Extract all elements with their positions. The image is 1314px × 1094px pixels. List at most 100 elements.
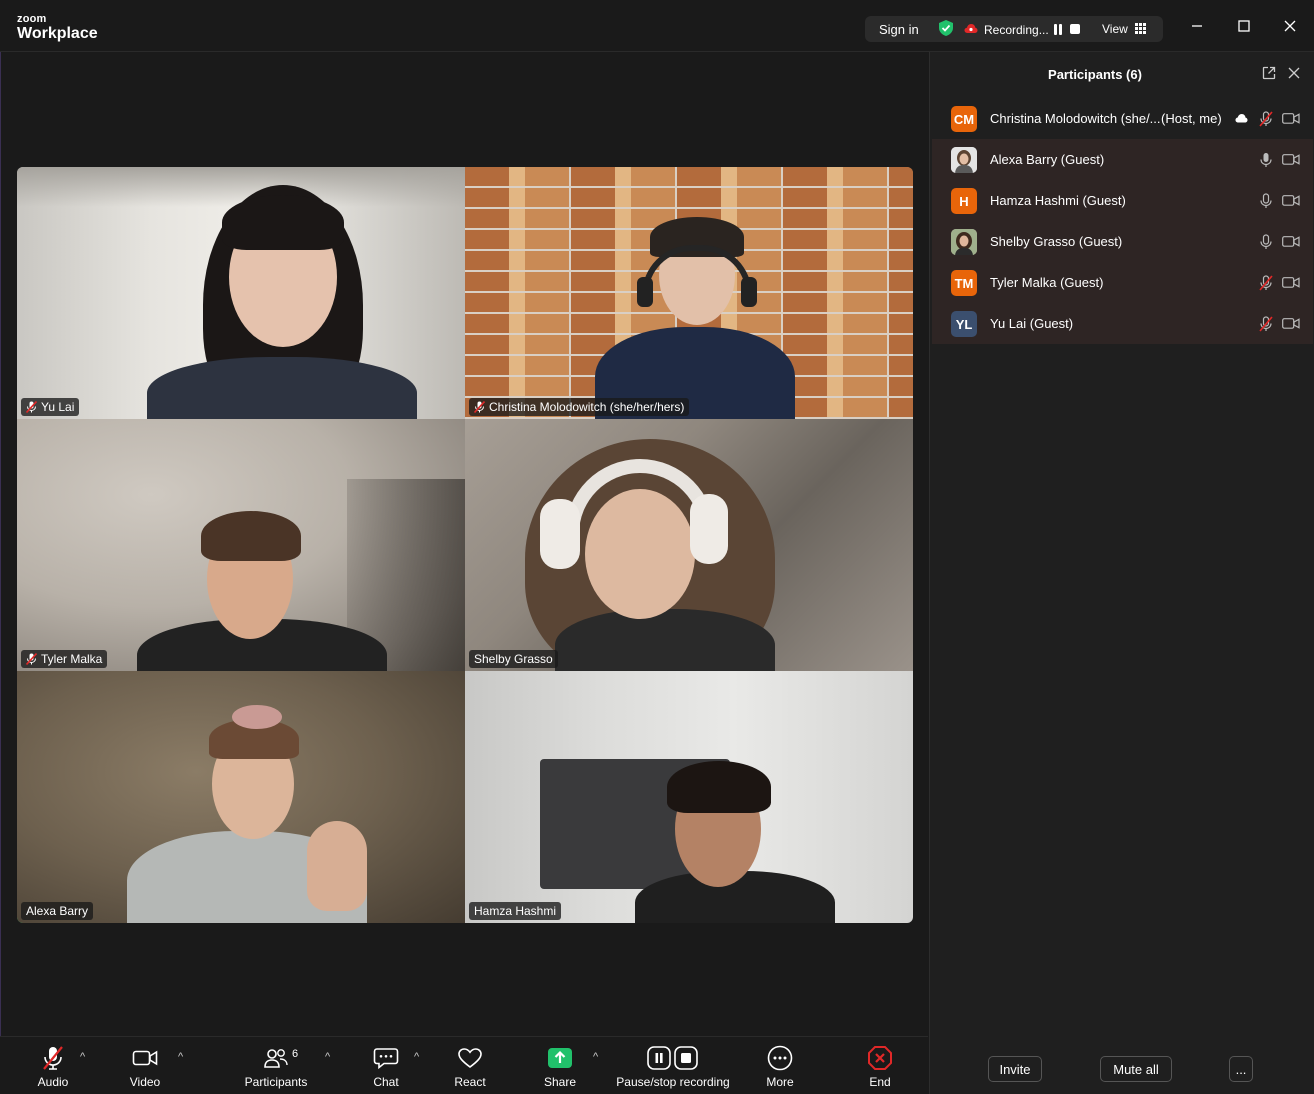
end-meeting-button[interactable]: End: [835, 1045, 925, 1089]
avatar: CM: [951, 106, 977, 132]
tile-name: Shelby Grasso: [474, 652, 553, 666]
share-label: Share: [543, 1075, 577, 1089]
participant-row[interactable]: H Hamza Hashmi (Guest): [932, 180, 1313, 221]
avatar: H: [951, 188, 977, 214]
participant-name: Tyler Malka (Guest): [990, 275, 1104, 290]
encryption-shield-icon[interactable]: [937, 19, 955, 37]
end-call-icon: [868, 1046, 892, 1070]
participants-button[interactable]: Participants: [231, 1045, 321, 1089]
tile-name: Yu Lai: [41, 400, 75, 414]
video-camera-icon[interactable]: [1282, 276, 1300, 289]
participant-row[interactable]: TM Tyler Malka (Guest): [932, 262, 1313, 303]
video-tile-christina-molodowitch[interactable]: Christina Molodowitch (she/her/hers): [465, 167, 913, 419]
audio-options-chevron-icon[interactable]: ^: [80, 1051, 85, 1063]
muted-mic-icon[interactable]: [1259, 111, 1273, 127]
audio-label: Audio: [37, 1075, 69, 1089]
cloud-recording-icon: [964, 24, 978, 33]
title-bar: zoom Workplace Sign in Recording... View: [0, 0, 1314, 52]
minimize-icon[interactable]: [1189, 18, 1205, 34]
muted-mic-icon[interactable]: [1259, 316, 1273, 332]
avatar-photo: [951, 147, 977, 173]
participant-row[interactable]: CM Christina Molodowitch (she/... (Host,…: [932, 98, 1313, 139]
participant-name: Christina Molodowitch (she/...: [990, 111, 1161, 126]
avatar: [951, 147, 977, 173]
stop-recording-icon[interactable]: [1070, 24, 1080, 34]
close-window-icon[interactable]: [1282, 18, 1298, 34]
participant-row[interactable]: Alexa Barry (Guest): [932, 139, 1313, 180]
video-camera-icon[interactable]: [1282, 112, 1300, 125]
microphone-icon[interactable]: [1259, 193, 1273, 209]
grid-view-icon[interactable]: [1135, 23, 1146, 34]
muted-microphone-icon: [43, 1046, 63, 1070]
tile-name-tag: Tyler Malka: [21, 650, 108, 668]
share-options-chevron-icon[interactable]: ^: [593, 1051, 598, 1063]
view-button[interactable]: View: [1102, 22, 1128, 36]
app-logo: zoom Workplace: [17, 14, 98, 42]
pause-stop-recording-button[interactable]: Pause/stop recording: [613, 1045, 733, 1089]
participants-icon: [264, 1049, 288, 1068]
close-panel-icon[interactable]: [1288, 67, 1300, 79]
share-screen-icon: [548, 1048, 572, 1068]
video-tile-yu-lai[interactable]: Yu Lai: [17, 167, 465, 419]
video-label: Video: [129, 1075, 161, 1089]
avatar-photo: [951, 229, 977, 255]
participants-options-chevron-icon[interactable]: ^: [325, 1051, 330, 1063]
video-camera-icon[interactable]: [1282, 153, 1300, 166]
tile-name-tag: Hamza Hashmi: [469, 902, 562, 920]
participant-row[interactable]: YL Yu Lai (Guest): [932, 303, 1313, 344]
chat-options-chevron-icon[interactable]: ^: [414, 1051, 419, 1063]
pop-out-icon[interactable]: [1262, 66, 1276, 80]
panel-title: Participants (6): [1048, 67, 1142, 82]
tile-name: Alexa Barry: [26, 904, 89, 918]
chat-label: Chat: [373, 1075, 399, 1089]
more-button[interactable]: More: [735, 1045, 825, 1089]
video-camera-icon[interactable]: [1282, 317, 1300, 330]
panel-footer: Invite Mute all ...: [930, 1054, 1314, 1084]
react-button[interactable]: React: [425, 1045, 515, 1089]
more-label: More: [766, 1075, 794, 1089]
video-tile-shelby-grasso[interactable]: Shelby Grasso: [465, 419, 913, 671]
maximize-icon[interactable]: [1236, 18, 1252, 34]
video-camera-icon[interactable]: [1282, 235, 1300, 248]
tile-name-tag: Christina Molodowitch (she/her/hers): [469, 398, 690, 416]
chat-bubble-icon: [373, 1048, 399, 1070]
mute-all-button[interactable]: Mute all: [1100, 1056, 1172, 1082]
participants-count-badge: 6: [292, 1048, 299, 1060]
invite-button[interactable]: Invite: [988, 1056, 1042, 1082]
tile-name: Christina Molodowitch (she/her/hers): [489, 400, 685, 414]
more-ellipsis-icon: [767, 1045, 793, 1071]
react-label: React: [454, 1075, 486, 1089]
tile-name-tag: Alexa Barry: [21, 902, 94, 920]
video-tile-tyler-malka[interactable]: Tyler Malka: [17, 419, 465, 671]
video-button[interactable]: Video: [100, 1045, 190, 1089]
meeting-toolbar: Audio ^ Video ^ Participants 6 ^ Chat ^ …: [0, 1036, 928, 1094]
video-camera-icon[interactable]: [1282, 194, 1300, 207]
participant-name: Yu Lai (Guest): [990, 316, 1074, 331]
participant-name: Alexa Barry (Guest): [990, 152, 1105, 167]
sign-in-button[interactable]: Sign in: [879, 22, 919, 37]
muted-mic-icon: [474, 401, 485, 413]
muted-mic-icon: [26, 653, 37, 665]
muted-mic-icon[interactable]: [1259, 275, 1273, 291]
pause-stop-icon: [647, 1046, 698, 1070]
share-button[interactable]: Share: [515, 1045, 605, 1089]
participant-row[interactable]: Shelby Grasso (Guest): [932, 221, 1313, 262]
microphone-icon[interactable]: [1259, 234, 1273, 250]
panel-more-button[interactable]: ...: [1229, 1056, 1253, 1082]
microphone-icon[interactable]: [1259, 152, 1273, 168]
participant-name: Shelby Grasso (Guest): [990, 234, 1123, 249]
participants-panel: Participants (6) CM Christina Molodowitc…: [929, 52, 1314, 1094]
video-tile-alexa-barry[interactable]: Alexa Barry: [17, 671, 465, 923]
participant-role: (Host, me): [1161, 111, 1222, 126]
logo-zoom: zoom: [17, 13, 47, 25]
cloud-recording-icon: [1235, 114, 1248, 123]
recording-status: Recording...: [984, 23, 1049, 37]
top-controls: Sign in Recording... View: [865, 16, 1163, 42]
video-tile-hamza-hashmi[interactable]: Hamza Hashmi: [465, 671, 913, 923]
heart-icon: [458, 1048, 482, 1069]
video-camera-icon: [132, 1050, 158, 1066]
video-options-chevron-icon[interactable]: ^: [178, 1051, 183, 1063]
pause-stop-label: Pause/stop recording: [616, 1075, 730, 1089]
avatar: [951, 229, 977, 255]
pause-recording-icon[interactable]: [1053, 24, 1063, 35]
